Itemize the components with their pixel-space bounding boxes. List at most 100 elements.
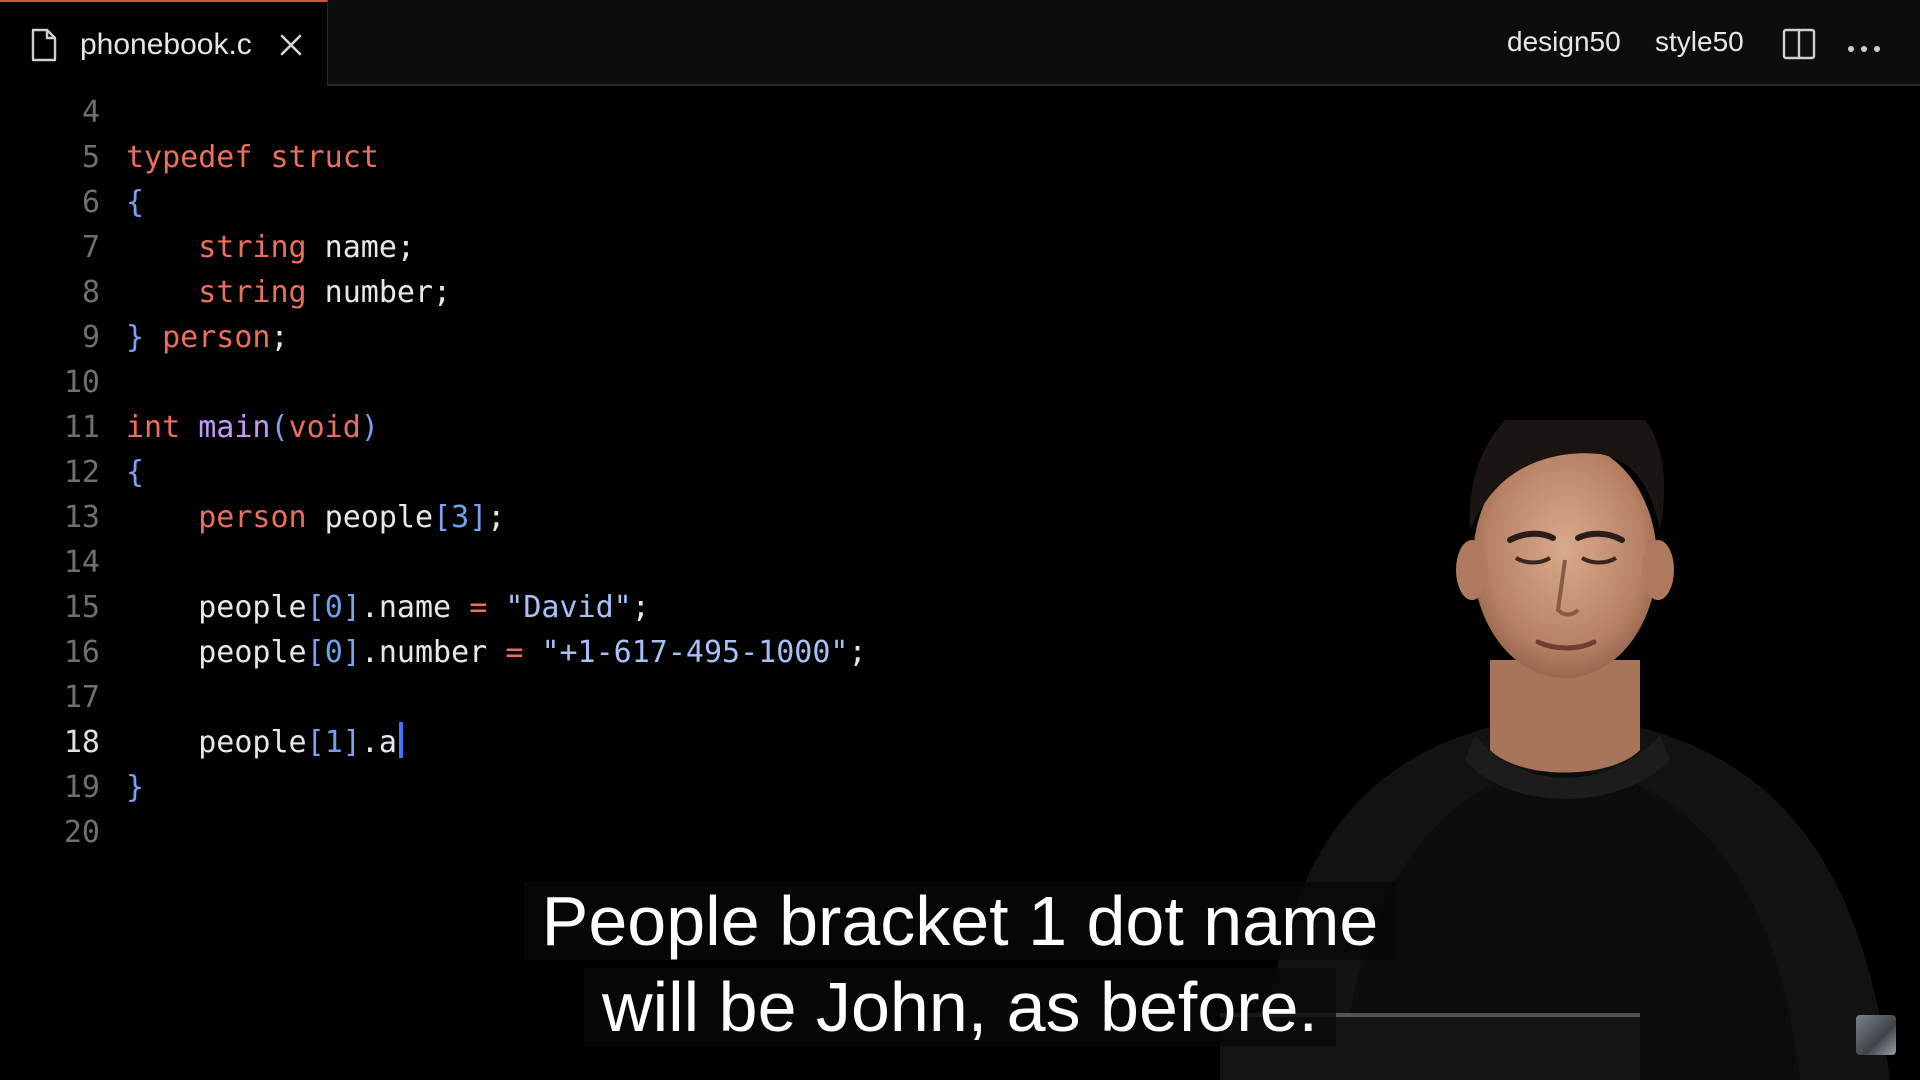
code-text[interactable]: person people[3];	[126, 495, 505, 540]
code-token: string	[198, 275, 307, 310]
code-token: =	[469, 590, 488, 625]
code-token: void	[288, 410, 361, 445]
line-number: 20	[63, 815, 100, 850]
code-token: int	[126, 410, 181, 445]
code-text[interactable]: string name;	[126, 225, 415, 270]
line-number: 5	[81, 140, 100, 175]
code-line[interactable]: 6{	[0, 180, 1300, 225]
code-token: ]	[469, 500, 488, 535]
code-text[interactable]: people[0].number = "+1-617-495-1000";	[126, 630, 867, 675]
caption-text-1: People bracket 1 dot name	[523, 882, 1397, 960]
line-number: 15	[63, 590, 100, 625]
code-text[interactable]: } person;	[126, 315, 289, 360]
editor-tab-bar: phonebook.c design50 style50	[0, 0, 1920, 86]
code-token: =	[505, 635, 524, 670]
code-token: "+1-617-495-1000"	[541, 635, 849, 670]
line-number: 11	[63, 410, 100, 445]
code-token: ]	[342, 590, 361, 625]
code-line[interactable]: 16 people[0].number = "+1-617-495-1000";	[0, 630, 1300, 675]
code-token: [	[433, 500, 452, 535]
code-token: (	[270, 410, 289, 445]
text-cursor	[398, 722, 403, 758]
code-token: )	[360, 410, 379, 445]
line-number: 10	[63, 365, 100, 400]
code-token: ;	[848, 635, 867, 670]
line-number: 12	[63, 455, 100, 490]
code-line[interactable]: 19}	[0, 765, 1300, 810]
code-token: people	[126, 590, 307, 625]
code-text[interactable]: typedef struct	[126, 135, 379, 180]
style50-button[interactable]: style50	[1655, 26, 1744, 58]
line-number: 4	[81, 95, 100, 130]
line-number: 13	[63, 500, 100, 535]
code-token: 3	[451, 500, 470, 535]
line-number: 6	[81, 185, 100, 220]
code-text[interactable]: string number;	[126, 270, 451, 315]
code-token: typedef struct	[126, 140, 379, 175]
line-number: 17	[63, 680, 100, 715]
code-line[interactable]: 18 people[1].a	[0, 720, 1300, 765]
code-line[interactable]: 15 people[0].name = "David";	[0, 585, 1300, 630]
code-token: string	[198, 230, 307, 265]
split-editor-icon[interactable]	[1782, 28, 1816, 65]
code-text[interactable]: int main(void)	[126, 405, 379, 450]
caption-text-2: will be John, as before.	[584, 968, 1336, 1046]
code-line[interactable]: 4	[0, 90, 1300, 135]
more-actions-icon[interactable]	[1847, 40, 1881, 58]
file-icon	[30, 28, 58, 67]
code-text[interactable]: people[1].a	[126, 720, 403, 765]
code-token: {	[126, 185, 145, 220]
code-token: ;	[631, 590, 650, 625]
code-token: .a	[360, 725, 397, 760]
code-token: people	[126, 725, 307, 760]
tab-phonebook-c[interactable]: phonebook.c	[0, 0, 328, 86]
code-line[interactable]: 17	[0, 675, 1300, 720]
code-line[interactable]: 11 int main(void)	[0, 405, 1300, 450]
code-line[interactable]: 12 {	[0, 450, 1300, 495]
code-token: 0	[324, 635, 343, 670]
code-line[interactable]: 9} person;	[0, 315, 1300, 360]
code-token: people	[126, 635, 307, 670]
code-token: "David"	[505, 590, 632, 625]
code-token: .number	[360, 635, 506, 670]
code-token: person	[198, 500, 307, 535]
code-line[interactable]: 5 typedef struct	[0, 135, 1300, 180]
line-number: 7	[81, 230, 100, 265]
code-text[interactable]: {	[126, 180, 144, 225]
code-token: [	[306, 725, 325, 760]
code-token: }	[126, 320, 145, 355]
code-line[interactable]: 13 person people[3];	[0, 495, 1300, 540]
code-token: ]	[342, 725, 361, 760]
code-token: ]	[342, 635, 361, 670]
caption-line-2: will be John, as before.	[0, 966, 1920, 1048]
code-token: .name	[360, 590, 470, 625]
code-line[interactable]: 8 string number;	[0, 270, 1300, 315]
code-line[interactable]: 7 string name;	[0, 225, 1300, 270]
close-icon[interactable]	[279, 33, 303, 62]
code-token: number;	[306, 275, 452, 310]
line-number: 8	[81, 275, 100, 310]
code-line[interactable]: 14	[0, 540, 1300, 585]
code-token: main	[198, 410, 271, 445]
code-text[interactable]: }	[126, 765, 144, 810]
code-token: }	[126, 770, 145, 805]
channel-watermark-avatar[interactable]	[1856, 1015, 1896, 1055]
design50-button[interactable]: design50	[1507, 26, 1621, 58]
line-number: 19	[63, 770, 100, 805]
code-text[interactable]: people[0].name = "David";	[126, 585, 650, 630]
code-text[interactable]: {	[126, 450, 144, 495]
code-token: 1	[324, 725, 343, 760]
code-line[interactable]: 10	[0, 360, 1300, 405]
code-token: ;	[270, 320, 289, 355]
caption-line-1: People bracket 1 dot name	[0, 880, 1920, 962]
line-number: 16	[63, 635, 100, 670]
code-line[interactable]: 20	[0, 810, 1300, 855]
code-token: name;	[306, 230, 415, 265]
